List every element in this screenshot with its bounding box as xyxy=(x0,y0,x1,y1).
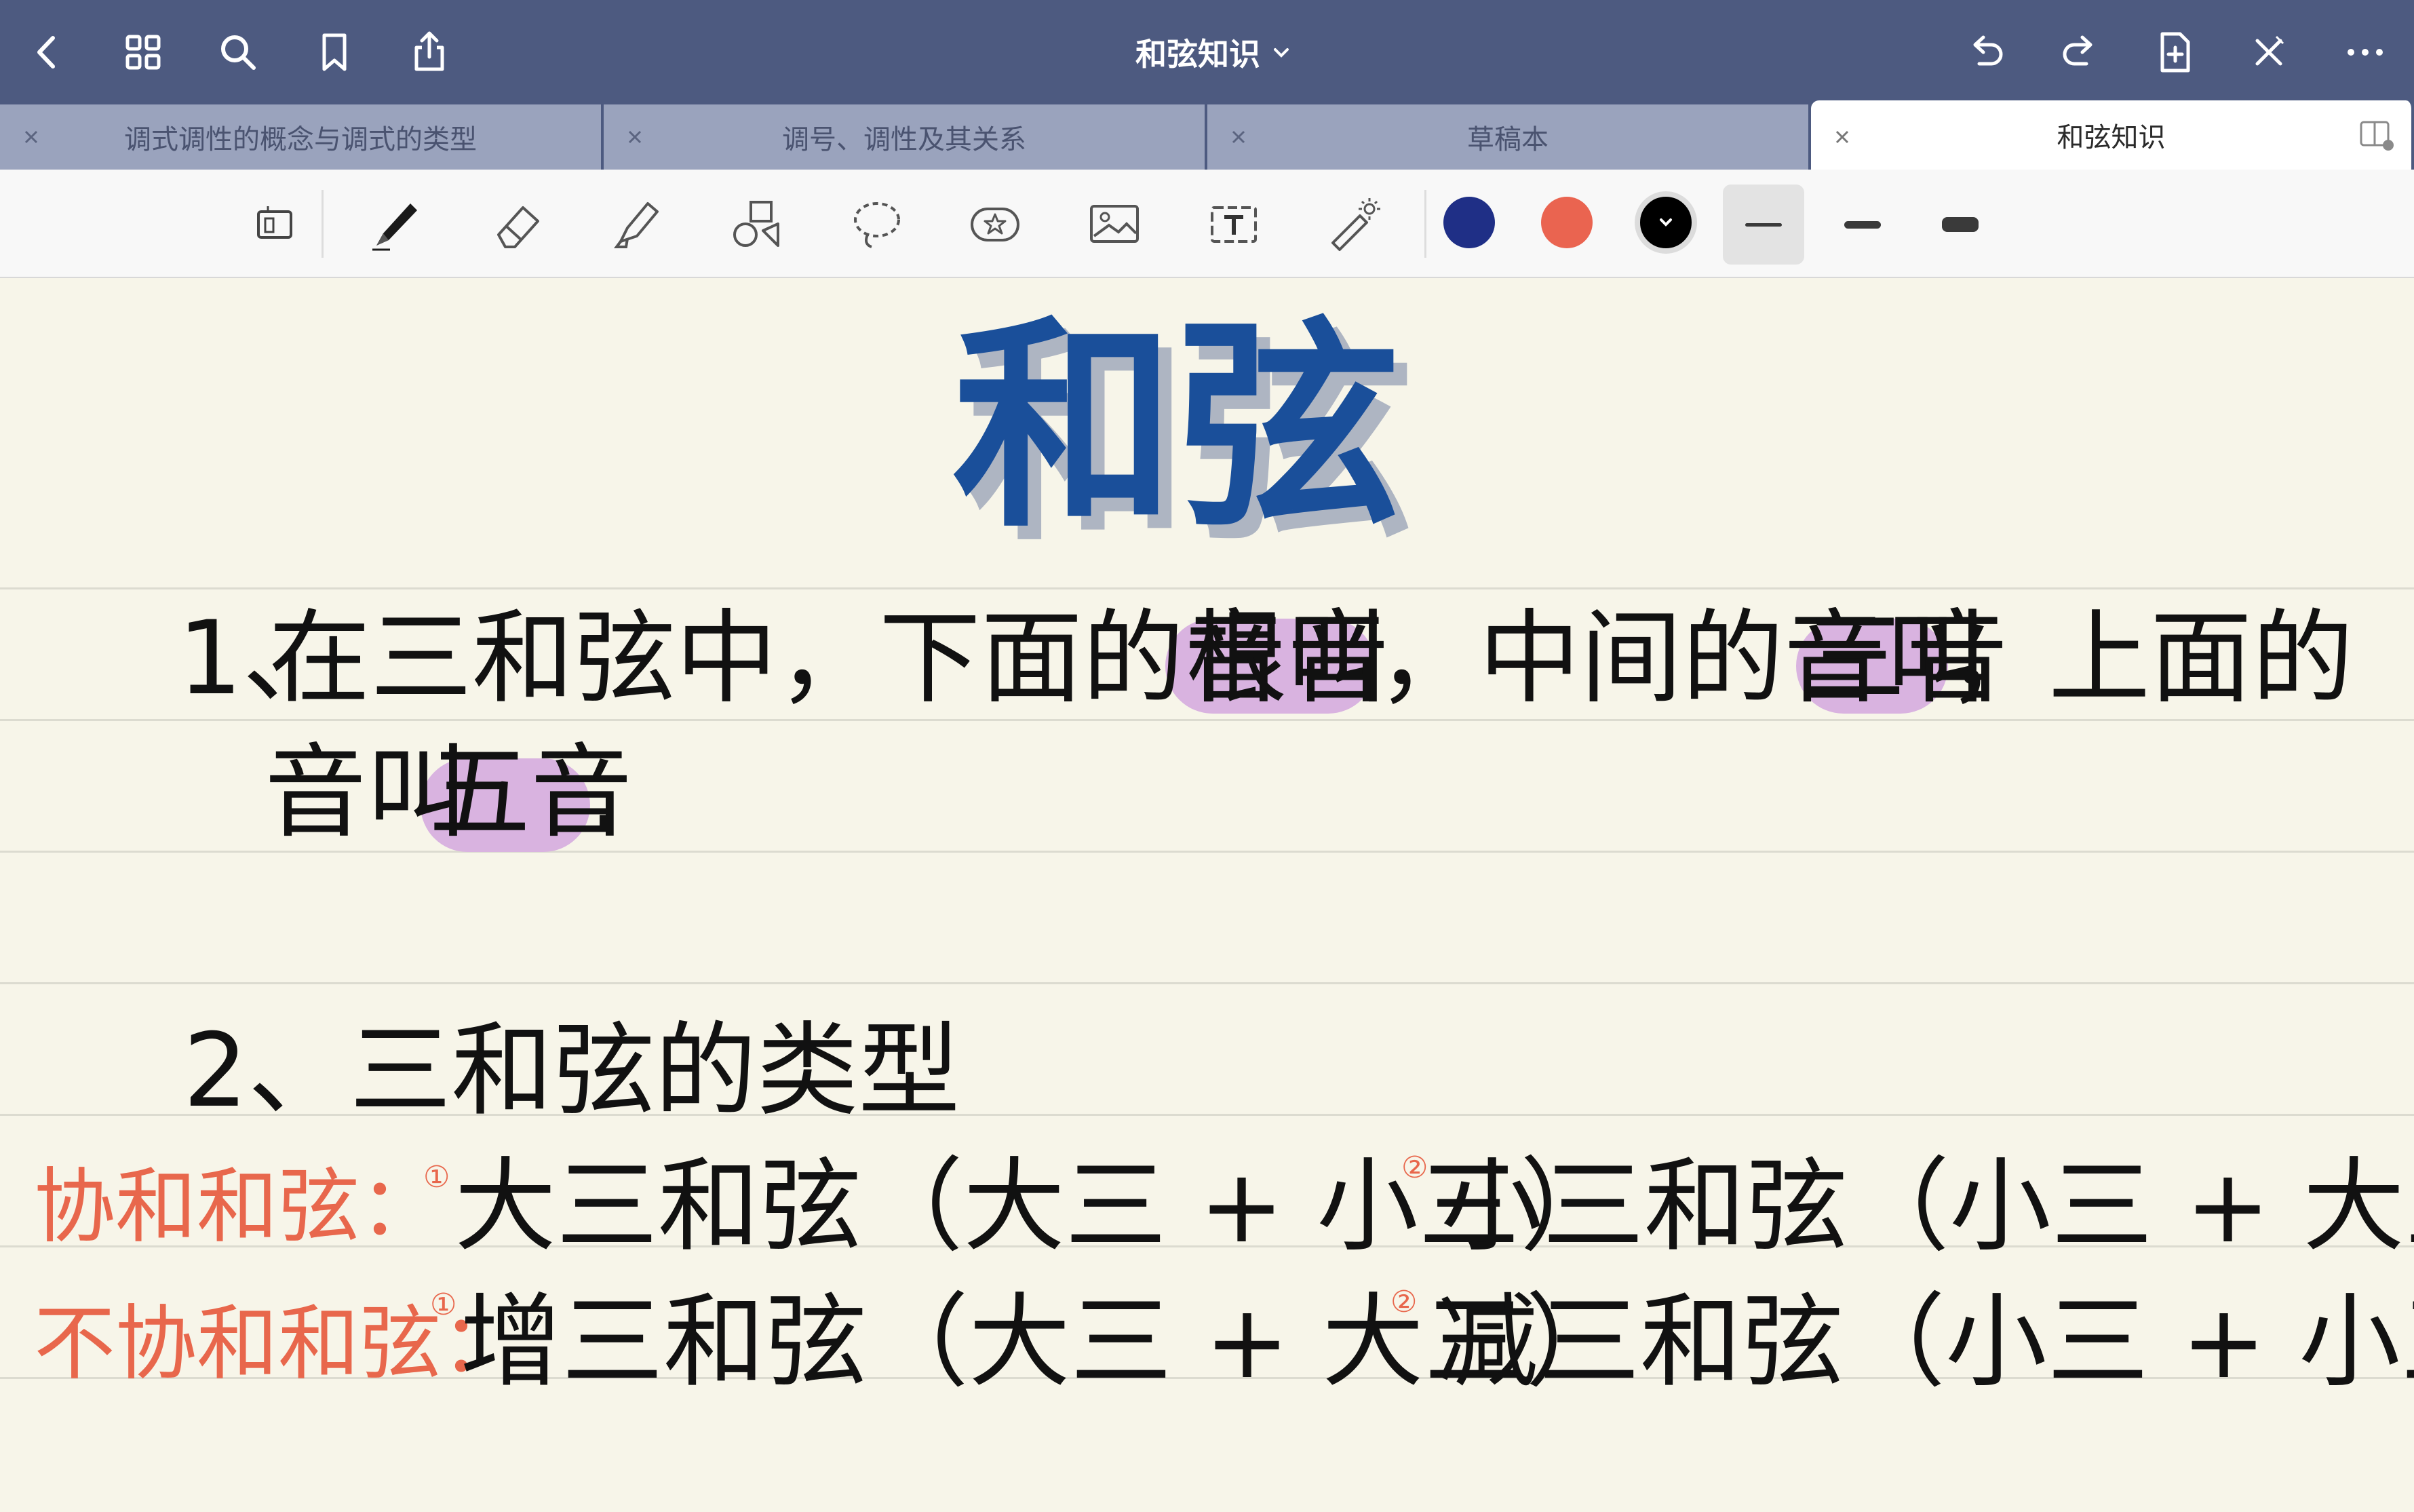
consonant-chord-label: 协和和弦： xyxy=(34,1160,441,1254)
grid-view-icon[interactable] xyxy=(114,23,172,81)
laser-pointer-icon[interactable] xyxy=(1316,190,1390,258)
document-title-text: 和弦知识 xyxy=(1135,36,1260,73)
minor-triad-text: 小三和弦（小三 + 大三） xyxy=(1441,1148,2414,1266)
stroke-width-thin[interactable] xyxy=(1723,185,1804,265)
close-editing-icon[interactable] xyxy=(2240,23,2298,81)
tab-label: 和弦知识 xyxy=(2057,122,2166,153)
note-title: 和弦 xyxy=(952,297,1400,558)
section1-period: . xyxy=(589,734,621,852)
handwriting-layer: 和弦 和弦 1、 在三和弦中，下面的音叫 根音 ，中间的音叫 三音 ，上面的 音… xyxy=(34,297,2414,1401)
diminished-triad-text: 减三和弦（小三 + 小三） xyxy=(1437,1283,2414,1401)
drawing-toolbar xyxy=(0,170,2414,278)
search-icon[interactable] xyxy=(209,23,267,81)
shapes-icon[interactable] xyxy=(719,190,794,258)
circle-number-1: ① xyxy=(423,1160,450,1195)
section1-text-c: ，上面的 xyxy=(1947,600,2354,718)
undo-icon[interactable] xyxy=(1956,23,2014,81)
toolbar-divider xyxy=(1424,190,1426,258)
section2-heading: 2、三和弦的类型 xyxy=(183,1012,960,1130)
close-icon[interactable] xyxy=(1830,125,1854,149)
color-swatch-navy[interactable] xyxy=(1443,197,1495,248)
color-swatch-coral[interactable] xyxy=(1541,197,1593,248)
stroke-width-thick[interactable] xyxy=(1920,185,2001,265)
chevron-down-icon xyxy=(1274,48,1289,58)
toolbar-divider xyxy=(322,190,324,258)
section1-root-note: 根音 xyxy=(1186,600,1389,718)
eraser-icon[interactable] xyxy=(479,190,553,258)
tab-label: 调号、调性及其关系 xyxy=(782,124,1026,155)
color-swatch-black[interactable] xyxy=(1635,191,1697,254)
tab-label: 调式调性的概念与调式的类型 xyxy=(124,124,477,155)
tab-chord-knowledge[interactable]: 和弦知识 xyxy=(1811,100,2414,170)
text-box-icon[interactable] xyxy=(1196,190,1271,258)
circle-number-2: ② xyxy=(1401,1150,1428,1185)
read-mode-icon[interactable] xyxy=(237,190,312,258)
lasso-icon[interactable] xyxy=(838,190,913,258)
document-title[interactable]: 和弦知识 xyxy=(1072,27,1357,77)
split-view-icon[interactable] xyxy=(2356,114,2396,155)
close-icon[interactable] xyxy=(1226,125,1251,149)
add-page-icon[interactable] xyxy=(2146,23,2204,81)
tab-mode-concept[interactable]: 调式调性的概念与调式的类型 xyxy=(0,104,604,170)
more-options-icon[interactable] xyxy=(2336,23,2394,81)
close-icon[interactable] xyxy=(623,125,647,149)
tab-key-signature[interactable]: 调号、调性及其关系 xyxy=(604,104,1207,170)
note-page[interactable]: 和弦 和弦 1、 在三和弦中，下面的音叫 根音 ，中间的音叫 三音 ，上面的 音… xyxy=(0,278,2414,1512)
bookmark-icon[interactable] xyxy=(305,23,364,81)
chevron-down-icon xyxy=(1660,218,1672,227)
tab-draft[interactable]: 草稿本 xyxy=(1207,104,1811,170)
share-icon[interactable] xyxy=(400,23,459,81)
tab-label: 草稿本 xyxy=(1467,124,1549,155)
redo-icon[interactable] xyxy=(2051,23,2109,81)
pen-icon[interactable] xyxy=(358,190,433,258)
top-navigation-bar: 和弦知识 xyxy=(0,0,2414,104)
back-icon[interactable] xyxy=(18,23,76,81)
tab-bar: 调式调性的概念与调式的类型 调号、调性及其关系 草稿本 和弦知识 xyxy=(0,100,2414,170)
highlighter-icon[interactable] xyxy=(598,190,673,258)
circle-number-1: ① xyxy=(430,1287,456,1322)
close-icon[interactable] xyxy=(19,125,43,149)
stroke-width-medium[interactable] xyxy=(1822,185,1903,265)
sticker-icon[interactable] xyxy=(958,190,1032,258)
image-icon[interactable] xyxy=(1077,190,1152,258)
circle-number-2: ② xyxy=(1390,1285,1417,1319)
